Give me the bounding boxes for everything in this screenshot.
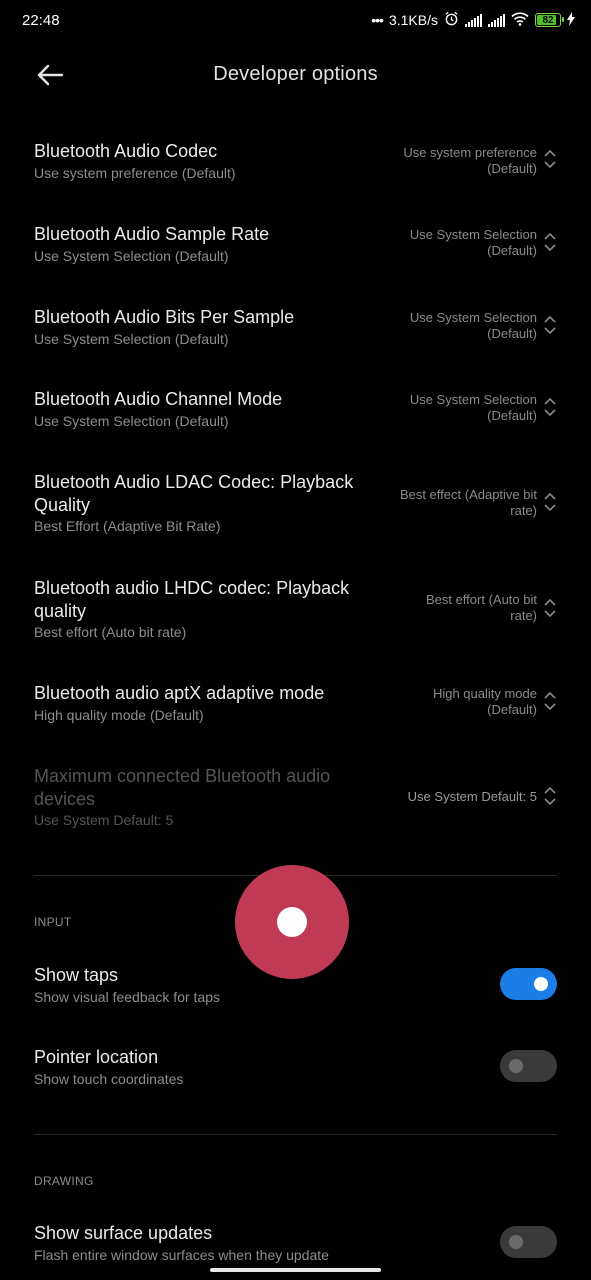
setting-title: Maximum connected Bluetooth audio devices xyxy=(34,765,374,811)
setting-subtitle: Best effort (Auto bit rate) xyxy=(34,624,187,640)
setting-subtitle: Show visual feedback for taps xyxy=(34,989,220,1005)
chevron-up-down-icon xyxy=(544,149,556,169)
value-line: rate) xyxy=(510,608,537,623)
battery-level: 82 xyxy=(542,14,554,26)
setting-title: Bluetooth Audio LDAC Codec: Playback Qual… xyxy=(34,471,374,517)
setting-subtitle: Use System Default: 5 xyxy=(34,812,174,828)
alarm-icon xyxy=(444,11,459,29)
toggle-knob xyxy=(509,1059,523,1073)
show-taps-toggle[interactable] xyxy=(500,968,557,1000)
toggle-knob xyxy=(534,977,548,991)
setting-value: Use System Selection (Default) xyxy=(367,310,537,342)
setting-subtitle: Use System Selection (Default) xyxy=(34,413,229,429)
show-surface-updates-toggle[interactable] xyxy=(500,1226,557,1258)
value-line: Best effort (Auto bit xyxy=(425,592,537,607)
setting-title: Show surface updates xyxy=(34,1223,213,1243)
setting-value: Use System Selection (Default) xyxy=(367,227,537,259)
chevron-up-down-icon xyxy=(544,691,556,711)
section-header-drawing: DRAWING xyxy=(34,1174,94,1188)
setting-pointer-location[interactable]: Pointer location Show touch coordinates xyxy=(0,1046,591,1096)
setting-bluetooth-aptx-adaptive-mode[interactable]: Bluetooth audio aptX adaptive mode High … xyxy=(0,682,591,742)
value-line: Use System Selection xyxy=(409,227,537,242)
setting-subtitle: Use system preference (Default) xyxy=(34,165,236,181)
home-indicator[interactable] xyxy=(210,1268,381,1272)
setting-value: Use System Selection (Default) xyxy=(367,392,537,424)
value-line: Use System Selection xyxy=(409,392,537,407)
title-line: Bluetooth Audio LDAC Codec: Playback xyxy=(34,472,354,492)
value-line: Best effect (Adaptive bit xyxy=(399,487,537,502)
setting-bluetooth-ldac-quality[interactable]: Bluetooth Audio LDAC Codec: Playback Qual… xyxy=(0,471,591,541)
section-divider xyxy=(34,1134,557,1135)
chevron-up-down-icon xyxy=(544,397,556,417)
chevron-up-down-icon xyxy=(544,786,556,806)
setting-value: Use System Default: 5 xyxy=(407,789,537,804)
setting-title: Pointer location xyxy=(34,1047,159,1067)
value-line: (Default) xyxy=(487,161,537,176)
net-speed: 3.1KB/s xyxy=(388,12,438,28)
setting-value: Use system preference (Default) xyxy=(367,145,537,177)
setting-bluetooth-audio-channel-mode[interactable]: Bluetooth Audio Channel Mode Use System … xyxy=(0,388,591,448)
setting-title: Bluetooth audio aptX adaptive mode xyxy=(34,683,325,703)
title-line: Quality xyxy=(34,495,91,515)
value-line: Use System Selection xyxy=(409,310,537,325)
value-line: (Default) xyxy=(487,326,537,341)
setting-title: Bluetooth Audio Sample Rate xyxy=(34,224,270,244)
title-line: quality xyxy=(34,601,87,621)
setting-value: Best effect (Adaptive bit rate) xyxy=(347,487,537,519)
setting-subtitle: Show touch coordinates xyxy=(34,1071,184,1087)
signal-icon xyxy=(488,13,505,27)
title-line: Maximum connected Bluetooth audio xyxy=(34,766,331,786)
chevron-up-down-icon xyxy=(544,232,556,252)
setting-subtitle: High quality mode (Default) xyxy=(34,707,204,723)
value-line: Use system preference xyxy=(403,145,537,160)
value-line: rate) xyxy=(510,503,537,518)
section-header-input: INPUT xyxy=(34,915,72,929)
setting-bluetooth-audio-bits-per-sample[interactable]: Bluetooth Audio Bits Per Sample Use Syst… xyxy=(0,306,591,366)
status-bar: 22:48 ••• 3.1KB/s 82 xyxy=(0,0,591,40)
setting-subtitle: Flash entire window surfaces when they u… xyxy=(34,1247,329,1263)
setting-bluetooth-audio-codec[interactable]: Bluetooth Audio Codec Use system prefere… xyxy=(0,140,591,200)
setting-subtitle: Best Effort (Adaptive Bit Rate) xyxy=(34,518,221,534)
value-line: High quality mode xyxy=(432,686,537,701)
setting-value: Best effort (Auto bit rate) xyxy=(367,592,537,624)
setting-subtitle: Use System Selection (Default) xyxy=(34,248,229,264)
title-line: Bluetooth audio LHDC codec: Playback xyxy=(34,578,350,598)
setting-bluetooth-lhdc-quality[interactable]: Bluetooth audio LHDC codec: Playback qual… xyxy=(0,577,591,647)
setting-title: Bluetooth Audio Channel Mode xyxy=(34,389,283,409)
wifi-icon xyxy=(511,11,529,29)
chevron-up-down-icon xyxy=(544,315,556,335)
setting-title: Bluetooth audio LHDC codec: Playback qual… xyxy=(34,577,374,623)
setting-value: High quality mode (Default) xyxy=(367,686,537,718)
chevron-up-down-icon xyxy=(544,598,556,618)
setting-subtitle: Use System Selection (Default) xyxy=(34,331,229,347)
app-header: Developer options xyxy=(0,50,591,100)
toggle-knob xyxy=(509,1235,523,1249)
chevron-up-down-icon xyxy=(544,492,556,512)
status-icons: ••• 3.1KB/s 82 xyxy=(371,11,575,29)
signal-icon xyxy=(465,13,482,27)
value-line: (Default) xyxy=(487,408,537,423)
tap-indicator-dot xyxy=(277,907,307,937)
status-time: 22:48 xyxy=(22,12,60,29)
more-dots-icon: ••• xyxy=(371,12,384,28)
page-title: Developer options xyxy=(213,63,378,85)
setting-show-surface-updates[interactable]: Show surface updates Flash entire window… xyxy=(0,1222,591,1272)
value-line: (Default) xyxy=(487,702,537,717)
setting-max-connected-bluetooth-devices: Maximum connected Bluetooth audio devices… xyxy=(0,765,591,835)
charging-icon xyxy=(567,11,575,29)
value-line: (Default) xyxy=(487,243,537,258)
setting-title: Bluetooth Audio Bits Per Sample xyxy=(34,307,295,327)
tap-indicator xyxy=(235,865,349,979)
title-line: devices xyxy=(34,789,96,809)
setting-title: Bluetooth Audio Codec xyxy=(34,141,218,161)
setting-bluetooth-audio-sample-rate[interactable]: Bluetooth Audio Sample Rate Use System S… xyxy=(0,223,591,283)
battery-icon: 82 xyxy=(535,13,564,27)
pointer-location-toggle[interactable] xyxy=(500,1050,557,1082)
